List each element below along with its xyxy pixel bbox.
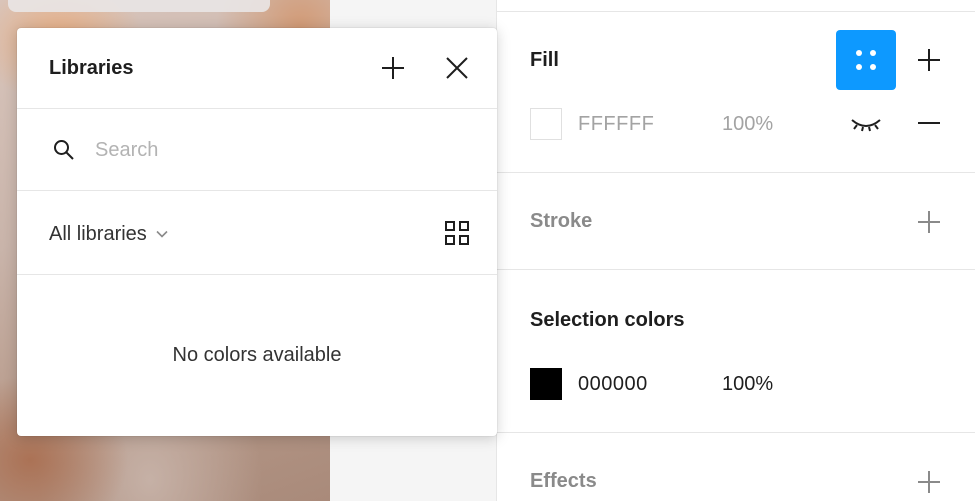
selection-opacity-value[interactable]: 100%	[722, 373, 773, 396]
stroke-section-title: Stroke	[530, 210, 593, 232]
close-icon[interactable]	[444, 55, 470, 81]
hidden-eye-icon[interactable]	[849, 112, 883, 136]
add-stroke-plus-icon[interactable]	[916, 209, 942, 235]
chevron-down-icon	[156, 230, 168, 238]
fill-opacity-value[interactable]: 100%	[722, 113, 773, 136]
search-icon	[52, 138, 76, 162]
libraries-title: Libraries	[49, 57, 134, 79]
popover-divider	[17, 190, 497, 191]
fill-hex-value[interactable]: FFFFFF	[578, 113, 654, 136]
grid-view-icon[interactable]	[444, 220, 470, 246]
libraries-popover: Libraries All libraries No colors availa…	[17, 28, 497, 436]
fill-color-swatch[interactable]	[530, 108, 562, 140]
panel-top-divider	[497, 11, 975, 12]
section-divider	[497, 269, 975, 270]
style-dot	[870, 64, 876, 70]
style-dot	[856, 64, 862, 70]
style-picker-button[interactable]	[836, 30, 896, 90]
fill-section-title: Fill	[530, 49, 559, 71]
empty-state-message: No colors available	[172, 344, 342, 366]
selection-hex-value[interactable]: 000000	[578, 373, 648, 396]
style-dot	[870, 50, 876, 56]
library-filter-label: All libraries	[49, 222, 147, 245]
remove-fill-minus-icon[interactable]	[916, 110, 942, 136]
popover-divider	[17, 108, 497, 109]
selection-colors-title: Selection colors	[530, 309, 685, 331]
add-fill-plus-icon[interactable]	[916, 47, 942, 73]
section-divider	[497, 432, 975, 433]
library-search-input[interactable]	[95, 132, 455, 168]
selection-color-swatch[interactable]	[530, 368, 562, 400]
add-library-plus-icon[interactable]	[380, 55, 406, 81]
effects-section-title: Effects	[530, 470, 597, 492]
style-dot	[856, 50, 862, 56]
popover-divider	[17, 274, 497, 275]
add-effect-plus-icon[interactable]	[916, 469, 942, 495]
canvas-toolbar-edge	[8, 0, 270, 12]
properties-panel: Fill FFFFFF 100% Stroke Selection colors…	[496, 0, 975, 501]
library-filter-dropdown[interactable]: All libraries	[49, 218, 169, 250]
section-divider	[497, 172, 975, 173]
